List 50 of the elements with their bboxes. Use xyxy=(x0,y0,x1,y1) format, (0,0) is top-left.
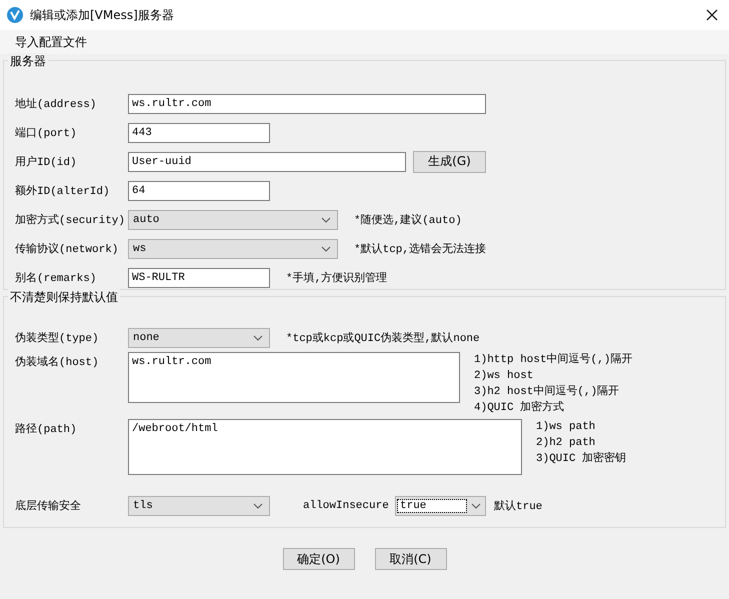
app-logo-icon xyxy=(7,7,23,23)
hint-text: 4)QUIC 加密方式 xyxy=(474,400,566,416)
group-title: 服务器 xyxy=(8,53,48,70)
dropdown[interactable]: tls xyxy=(128,496,270,516)
cancel-button[interactable]: 取消(C) xyxy=(374,548,446,570)
field-label: 额外ID(alterId) xyxy=(15,184,111,198)
dropdown[interactable]: ws xyxy=(128,238,338,258)
dropdown[interactable]: none xyxy=(128,328,270,348)
text-field[interactable]: WS-RULTR xyxy=(128,268,270,288)
hint-text: *默认tcp,选错会无法连接 xyxy=(354,242,486,256)
hint-text: 1)http host中间逗号(,)隔开 xyxy=(474,352,632,368)
hint-text: 3)QUIC 加密密钥 xyxy=(536,451,626,467)
field-label: 底层传输安全 xyxy=(15,498,82,513)
chevron-icon xyxy=(253,502,263,508)
field-label: 路径(path) xyxy=(15,422,78,436)
text-area[interactable]: /webroot/html xyxy=(128,419,522,475)
field-label: 伪装域名(host) xyxy=(15,355,100,369)
chevron-icon xyxy=(321,216,331,222)
hint-text: *tcp或kcp或QUIC伪装类型,默认none xyxy=(286,331,480,345)
field-label: 传输协议(network) xyxy=(15,242,120,256)
ok-button[interactable]: 确定(O) xyxy=(282,548,354,570)
hint-text: *随便选,建议(auto) xyxy=(354,213,462,227)
close-icon[interactable] xyxy=(706,9,718,21)
field-label: 加密方式(security) xyxy=(15,212,126,227)
text-field[interactable]: 443 xyxy=(128,122,270,142)
field-label: 地址(address) xyxy=(15,97,98,111)
chevron-icon xyxy=(253,334,263,340)
hint-text: 2)ws host xyxy=(474,369,534,384)
group-title: 不清楚则保持默认值 xyxy=(8,289,120,306)
generate-button[interactable]: 生成(G) xyxy=(413,150,486,172)
hint-text: 3)h2 host中间逗号(,)隔开 xyxy=(474,384,620,400)
field-label: 伪装类型(type) xyxy=(15,331,100,345)
hint-text: 默认true xyxy=(494,499,542,513)
hint-text: 2)h2 path xyxy=(536,436,596,451)
text-area[interactable]: ws.rultr.com xyxy=(128,352,460,403)
window-title: 编辑或添加[VMess]服务器 xyxy=(30,6,175,24)
field-label: 端口(port) xyxy=(15,126,78,140)
hint-text: *手填,方便识别管理 xyxy=(286,270,388,285)
field-label: allowInsecure xyxy=(303,500,390,512)
chevron-icon xyxy=(321,246,331,252)
text-field[interactable]: 64 xyxy=(128,180,270,200)
hint-text: 1)ws path xyxy=(536,420,596,435)
text-field[interactable]: User-uuid xyxy=(128,152,406,172)
field-label: 别名(remarks) xyxy=(15,271,98,285)
chevron-icon xyxy=(471,502,481,508)
dropdown[interactable]: auto xyxy=(128,210,338,230)
text-field[interactable]: ws.rultr.com xyxy=(128,94,486,114)
dropdown[interactable]: true xyxy=(395,496,486,516)
field-label: 用户ID(id) xyxy=(15,154,78,169)
menu-item[interactable]: 导入配置文件 xyxy=(15,34,87,50)
